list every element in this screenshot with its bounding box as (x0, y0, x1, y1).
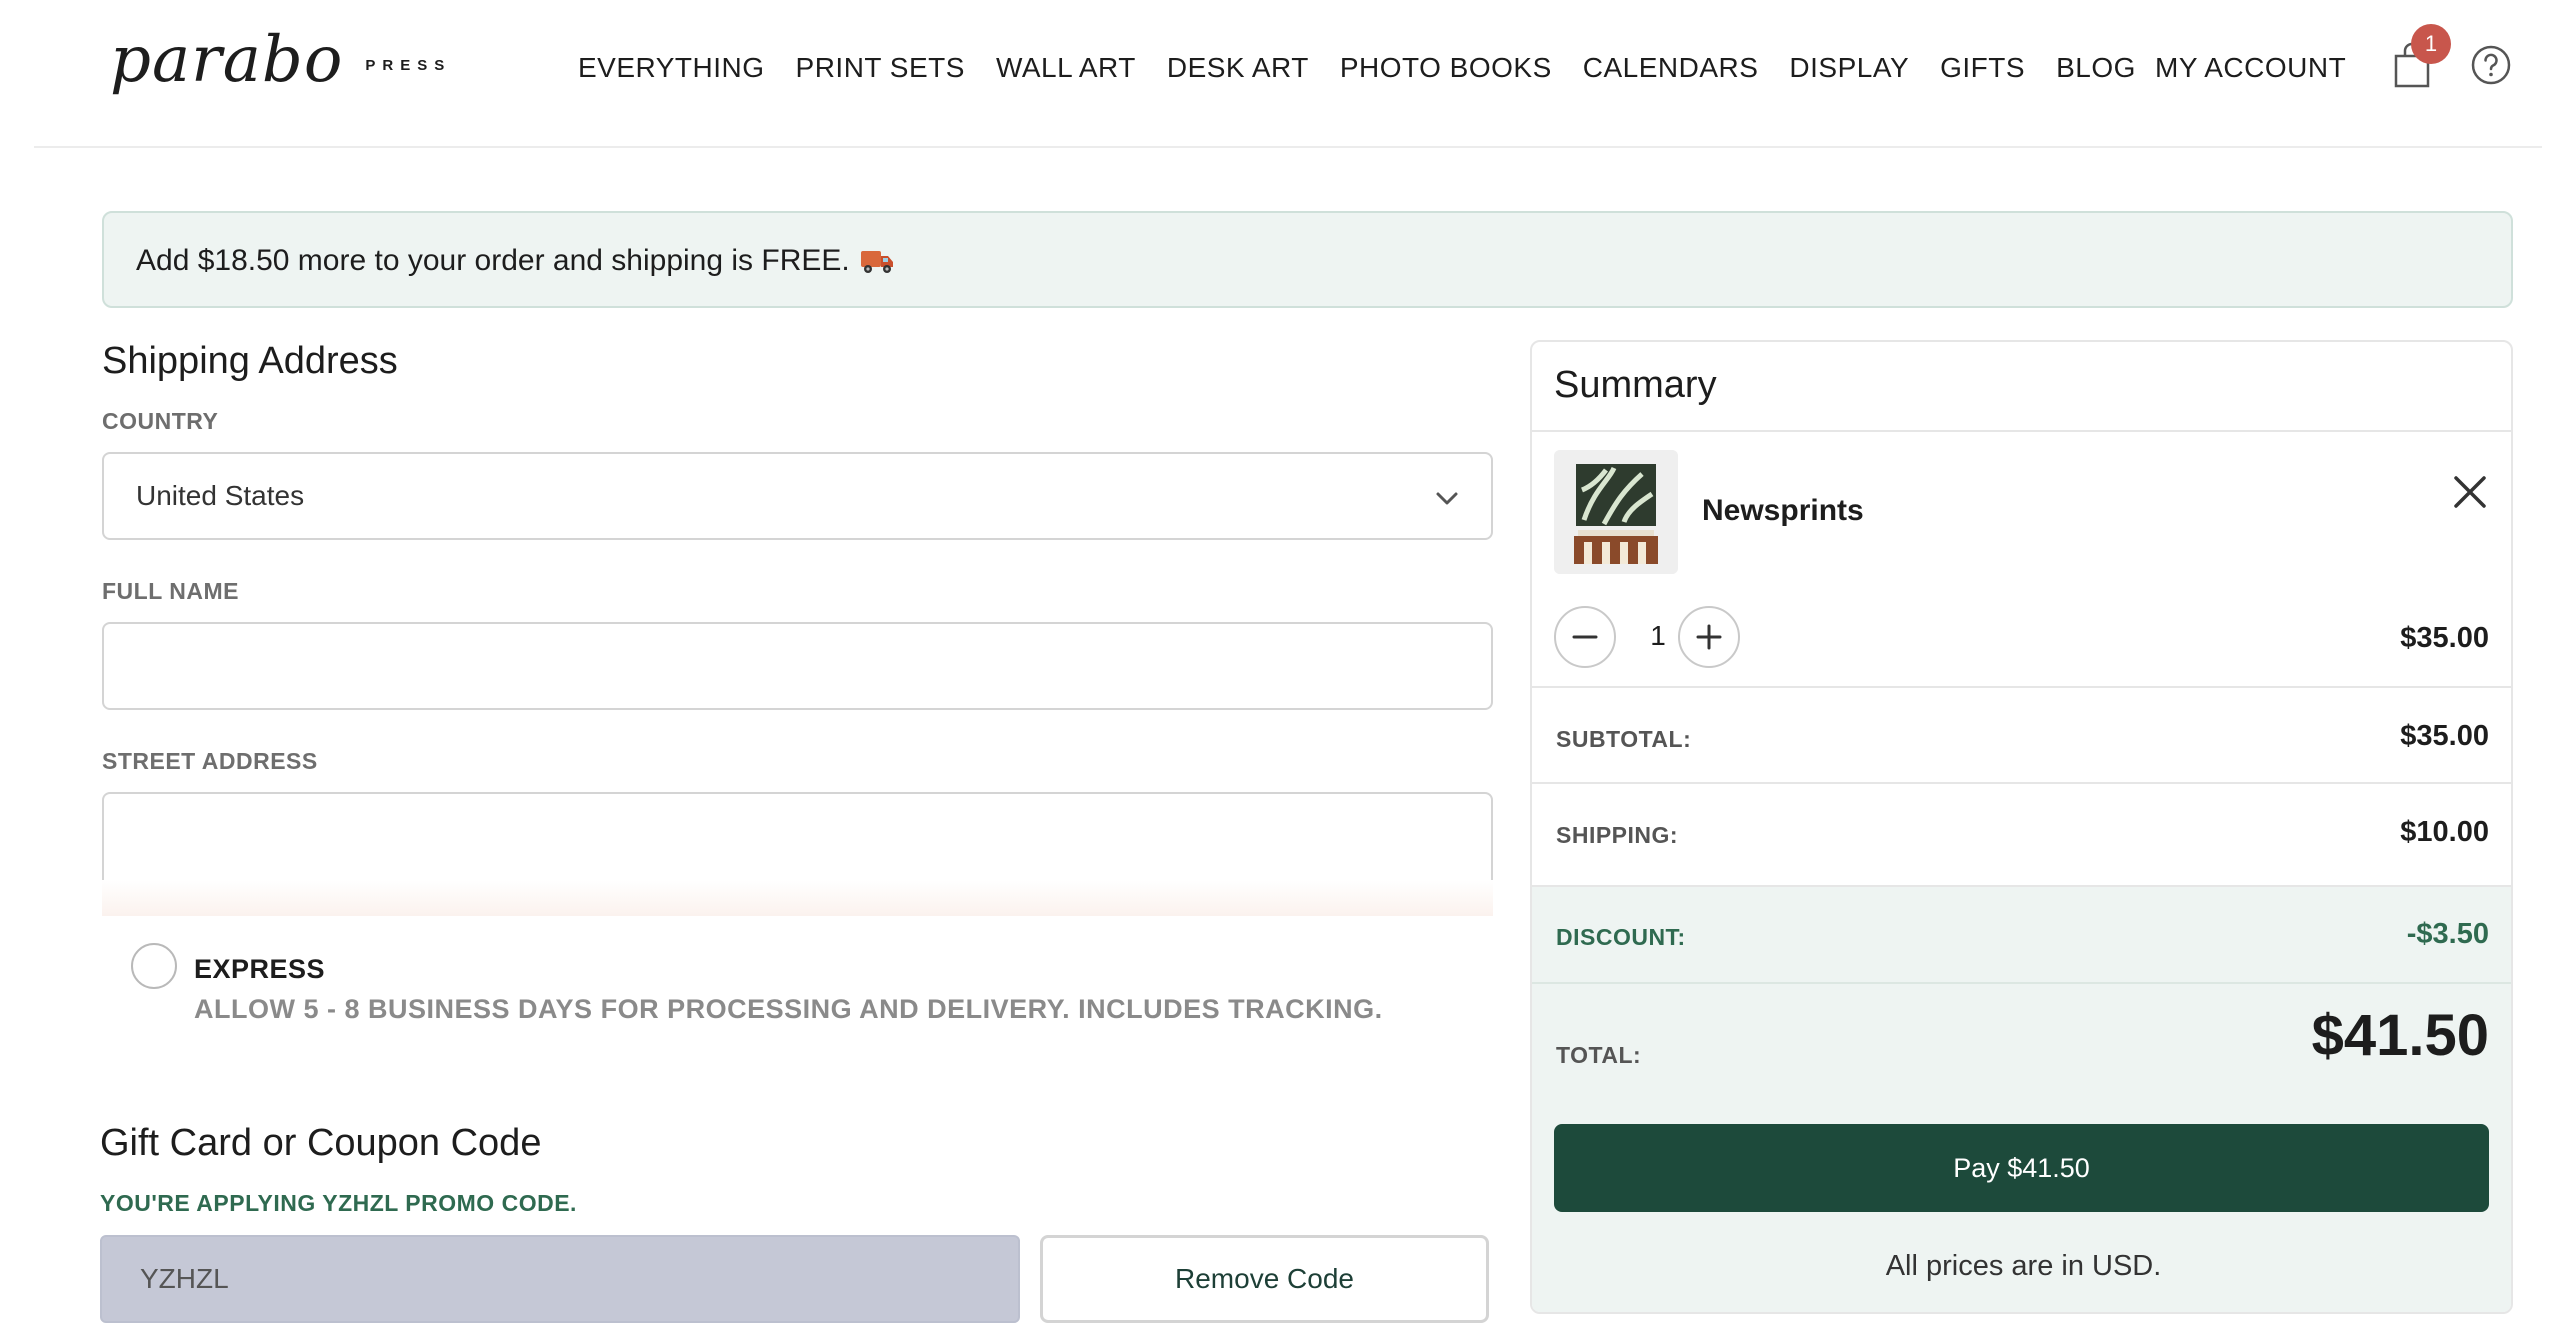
free-shipping-banner: Add $18.50 more to your order and shippi… (102, 211, 2513, 308)
increase-quantity-button[interactable] (1678, 606, 1740, 668)
summary-divider (1532, 982, 2511, 984)
decrease-quantity-button[interactable] (1554, 606, 1616, 668)
total-value: $41.50 (2311, 1003, 2489, 1068)
coupon-title: Gift Card or Coupon Code (100, 1122, 542, 1164)
express-shipping-description: ALLOW 5 - 8 BUSINESS DAYS FOR PROCESSING… (194, 994, 1383, 1024)
discount-label: DISCOUNT: (1556, 924, 1686, 950)
minus-icon (1572, 635, 1598, 639)
full-name-input[interactable] (102, 622, 1493, 710)
nav-item-blog[interactable]: BLOG (2056, 52, 2136, 84)
truck-icon (860, 251, 893, 273)
form-fade-overlay (102, 880, 1493, 916)
currency-note: All prices are in USD. (1885, 1250, 2162, 1282)
brand-logo[interactable]: parabo PRESS (110, 28, 451, 92)
item-price: $35.00 (2400, 622, 2489, 654)
main-nav: EVERYTHING PRINT SETS WALL ART DESK ART … (578, 52, 2167, 84)
nav-item-display[interactable]: DISPLAY (1789, 52, 1909, 84)
discount-value: -$3.50 (2406, 918, 2489, 950)
promo-applied-note: YOU'RE APPLYING YZHZL PROMO CODE. (100, 1190, 577, 1216)
plus-icon (1696, 624, 1722, 650)
shipping-value: $10.00 (2400, 816, 2489, 848)
chevron-down-icon (1436, 492, 1458, 505)
summary-divider (1532, 885, 2511, 887)
subtotal-label: SUBTOTAL: (1556, 726, 1692, 752)
close-icon[interactable] (2450, 472, 2490, 512)
free-shipping-message: Add $18.50 more to your order and shippi… (136, 244, 894, 278)
help-icon[interactable] (2470, 44, 2512, 86)
product-image (1554, 450, 1678, 574)
remove-code-button[interactable]: Remove Code (1040, 1235, 1489, 1323)
total-label: TOTAL: (1556, 1042, 1642, 1068)
header-divider (34, 146, 2542, 148)
country-label: COUNTRY (102, 408, 219, 434)
nav-item-gifts[interactable]: GIFTS (1940, 52, 2025, 84)
summary-divider (1532, 686, 2511, 688)
my-account-link[interactable]: MY ACCOUNT (2155, 52, 2346, 84)
summary-divider (1532, 430, 2511, 432)
country-select[interactable]: United States (102, 452, 1493, 540)
brand-logo-script: parabo (110, 23, 344, 97)
product-name: Newsprints (1702, 494, 1864, 527)
shipping-label: SHIPPING: (1556, 822, 1679, 848)
order-summary-card: Summary Newsprints 1 $35.00 SUBTOTAL: $3… (1530, 340, 2513, 1314)
summary-divider (1532, 782, 2511, 784)
country-selected-value: United States (136, 480, 305, 511)
express-shipping-radio[interactable] (131, 943, 177, 989)
street-address-label: STREET ADDRESS (102, 748, 318, 774)
nav-item-desk-art[interactable]: DESK ART (1167, 52, 1309, 84)
summary-title: Summary (1554, 364, 1717, 406)
site-header: parabo PRESS EVERYTHING PRINT SETS WALL … (0, 0, 2576, 148)
street-address-input[interactable] (102, 792, 1493, 880)
nav-item-calendars[interactable]: CALENDARS (1583, 52, 1759, 84)
quantity-value: 1 (1650, 620, 1666, 651)
shipping-address-title: Shipping Address (102, 340, 398, 382)
express-shipping-title: EXPRESS (194, 954, 326, 984)
nav-item-photo-books[interactable]: PHOTO BOOKS (1340, 52, 1552, 84)
pay-button[interactable]: Pay $41.50 (1554, 1124, 2489, 1212)
product-thumbnail (1554, 450, 1678, 574)
nav-item-everything[interactable]: EVERYTHING (578, 52, 765, 84)
coupon-code-input[interactable] (100, 1235, 1020, 1323)
full-name-label: FULL NAME (102, 578, 239, 604)
free-shipping-text: Add $18.50 more to your order and shippi… (136, 244, 850, 277)
cart-count-badge: 1 (2411, 24, 2451, 64)
nav-item-wall-art[interactable]: WALL ART (996, 52, 1136, 84)
brand-logo-suffix: PRESS (365, 57, 452, 74)
nav-item-print-sets[interactable]: PRINT SETS (796, 52, 965, 84)
subtotal-value: $35.00 (2400, 720, 2489, 752)
